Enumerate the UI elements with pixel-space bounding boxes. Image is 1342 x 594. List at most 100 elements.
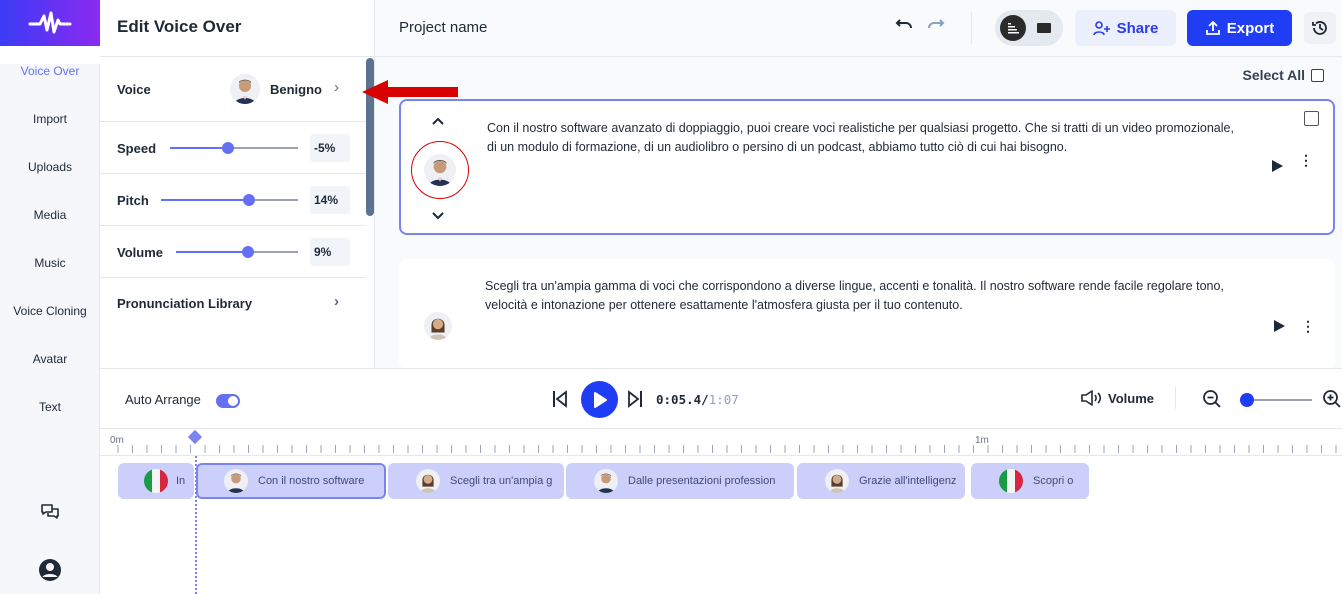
pitch-row: Pitch 14%	[100, 174, 366, 226]
zoom-slider-knob[interactable]	[1240, 393, 1254, 407]
timeline-view-button[interactable]	[1000, 15, 1026, 41]
skip-back-button[interactable]	[552, 390, 568, 411]
nav-text[interactable]: Text	[0, 400, 100, 414]
auto-arrange-label: Auto Arrange	[125, 392, 201, 407]
pitch-label: Pitch	[117, 193, 149, 208]
chat-icon	[41, 504, 59, 519]
voice-row[interactable]: Voice Benigno ›	[100, 57, 366, 122]
pitch-slider[interactable]	[161, 194, 298, 206]
annotation-arrow-icon	[362, 80, 458, 104]
waveform-logo-icon	[28, 11, 72, 34]
nav-music[interactable]: Music	[0, 256, 100, 270]
card-checkbox[interactable]	[1304, 111, 1319, 126]
play-button[interactable]	[1273, 320, 1285, 335]
zoom-out-icon	[1203, 390, 1221, 408]
ruler-ticks	[117, 445, 1337, 453]
export-button[interactable]: Export	[1187, 10, 1292, 46]
time-readout: 0:05.4/1:07	[656, 392, 739, 407]
redo-button[interactable]	[927, 17, 945, 36]
pronunciation-library-label: Pronunciation Library	[117, 296, 253, 311]
timeline-clip[interactable]: In	[118, 463, 194, 499]
skip-back-icon	[553, 390, 567, 408]
history-icon	[1312, 21, 1327, 35]
card-text[interactable]: Con il nostro software avanzato di doppi…	[487, 119, 1247, 157]
move-up-icon[interactable]	[431, 113, 445, 129]
voice-label: Voice	[117, 82, 151, 97]
select-all-label: Select All	[1242, 67, 1305, 83]
timeline-clip[interactable]: Scopri o	[971, 463, 1089, 499]
pitch-slider-knob[interactable]	[242, 194, 255, 206]
select-all[interactable]: Select All	[1242, 67, 1324, 83]
voice-name: Benigno	[270, 82, 322, 97]
volume-label: Volume	[117, 245, 163, 260]
pitch-value[interactable]: 14%	[310, 186, 350, 214]
volume-row: Volume 9%	[100, 226, 366, 278]
chevron-right-icon: ›	[334, 293, 339, 310]
zoom-out-button[interactable]	[1202, 389, 1222, 412]
play-pause-button[interactable]	[581, 381, 618, 418]
volume-value[interactable]: 9%	[310, 238, 350, 266]
timeline-clip[interactable]: Scegli tra un'ampia g	[388, 463, 564, 499]
volume-label: Volume	[1108, 390, 1154, 406]
card-text[interactable]: Scegli tra un'ampia gamma di voci che co…	[485, 277, 1245, 315]
voice-card[interactable]: Scegli tra un'ampia gamma di voci che co…	[399, 259, 1335, 369]
card-voice-avatar[interactable]	[424, 154, 456, 186]
player-bar: Auto Arrange 0:05.4/1:07 Volume	[100, 368, 1342, 428]
profile-icon	[39, 559, 61, 581]
play-button[interactable]	[1271, 160, 1283, 175]
volume-slider[interactable]	[176, 246, 298, 258]
timeline-clip[interactable]: Dalle presentazioni profession	[566, 463, 794, 499]
undo-icon	[895, 19, 912, 29]
voice-avatar	[230, 74, 260, 104]
timeline-zoom-slider[interactable]	[1240, 393, 1312, 407]
play-icon	[1274, 320, 1285, 332]
select-all-checkbox[interactable]	[1311, 68, 1324, 82]
nav-voice-cloning[interactable]: Voice Cloning	[0, 304, 100, 318]
card-voice-avatar[interactable]	[424, 312, 452, 340]
nav-voice-over[interactable]: Voice Over	[0, 64, 100, 78]
volume-button[interactable]: Volume	[1080, 389, 1154, 407]
more-options-icon[interactable]: ⋮	[1301, 318, 1315, 335]
undo-button[interactable]	[895, 17, 913, 36]
male-voice-avatar	[224, 469, 248, 493]
redo-icon	[928, 19, 945, 29]
nav-avatar[interactable]: Avatar	[0, 352, 100, 366]
zoom-in-button[interactable]	[1322, 389, 1342, 412]
zoom-in-icon	[1323, 390, 1341, 408]
project-name[interactable]: Project name	[399, 19, 487, 36]
nav-import[interactable]: Import	[0, 112, 100, 126]
female-voice-avatar	[825, 469, 849, 493]
video-view-icon[interactable]	[1037, 23, 1051, 33]
profile-button[interactable]	[0, 558, 100, 582]
skip-forward-button[interactable]	[627, 390, 643, 411]
speed-slider-knob[interactable]	[221, 142, 234, 154]
view-toggle[interactable]	[995, 10, 1063, 46]
pronunciation-library-row[interactable]: Pronunciation Library ›	[100, 278, 366, 338]
chat-button[interactable]	[0, 503, 100, 523]
chevron-right-icon: ›	[334, 79, 339, 96]
history-button[interactable]	[1304, 12, 1336, 44]
more-options-icon[interactable]: ⋮	[1299, 153, 1313, 167]
volume-slider-knob[interactable]	[241, 246, 254, 258]
share-button[interactable]: Share	[1075, 10, 1176, 46]
voice-card[interactable]: Con il nostro software avanzato di doppi…	[399, 99, 1335, 235]
nav-media[interactable]: Media	[0, 208, 100, 222]
edit-voice-over-panel: Edit Voice Over Voice Benigno › Speed -5…	[100, 0, 375, 368]
move-down-icon[interactable]	[431, 209, 445, 224]
ruler-label-1m: 1m	[975, 435, 989, 446]
timeline-ruler[interactable]: 0m 1m	[100, 428, 1342, 456]
timeline-clip[interactable]: Con il nostro software	[196, 463, 386, 499]
italy-flag-icon	[999, 469, 1023, 493]
female-voice-avatar	[416, 469, 440, 493]
upload-icon	[1205, 20, 1220, 35]
timeline-tracks: In Con il nostro software Scegli tra un'…	[100, 456, 1342, 594]
speed-value[interactable]: -5%	[310, 134, 350, 162]
speed-slider[interactable]	[170, 142, 298, 154]
nav-uploads[interactable]: Uploads	[0, 160, 100, 174]
male-voice-avatar	[594, 469, 618, 493]
left-nav: Voice Over Import Uploads Media Music Vo…	[0, 0, 100, 594]
app-logo[interactable]	[0, 0, 100, 46]
speed-row: Speed -5%	[100, 122, 366, 174]
timeline-clip[interactable]: Grazie all'intelligenz	[797, 463, 965, 499]
auto-arrange-toggle[interactable]	[216, 394, 240, 408]
